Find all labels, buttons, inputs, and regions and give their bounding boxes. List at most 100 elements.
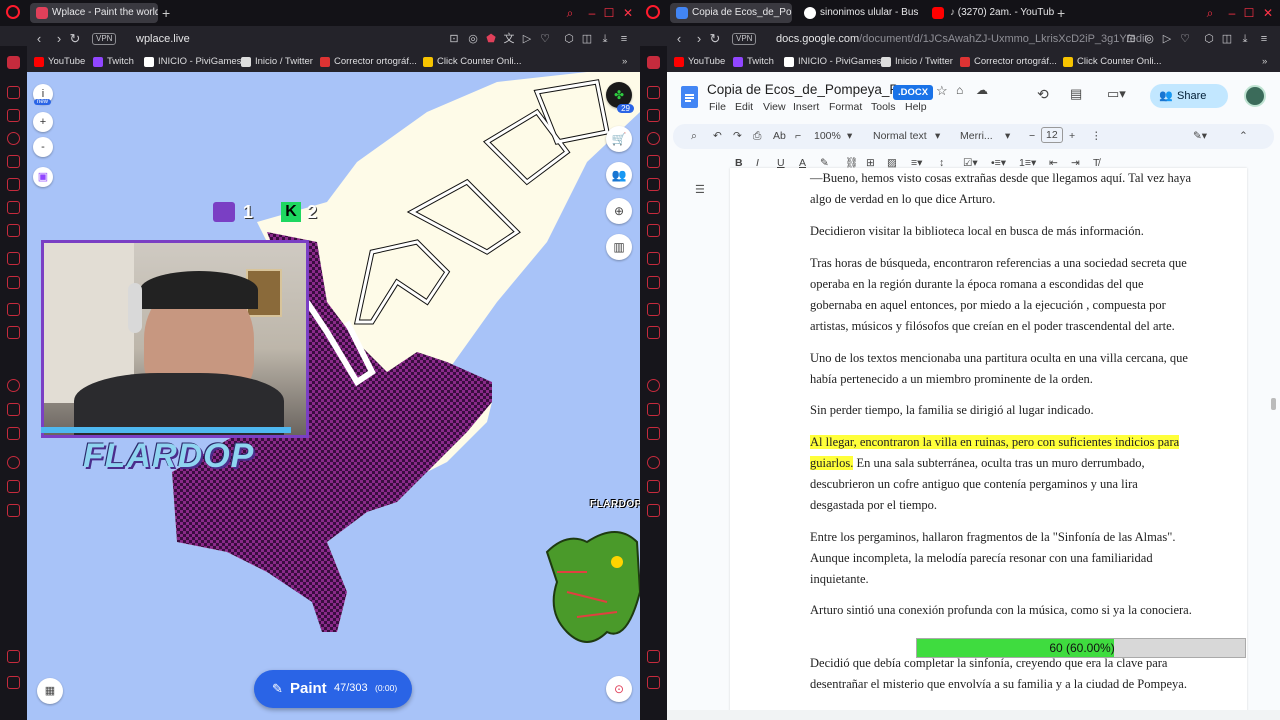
adblock-icon[interactable]: ⬟ [483, 30, 499, 48]
bookmarks-overflow-icon[interactable]: » [1262, 55, 1267, 69]
instagram-icon[interactable] [647, 155, 660, 168]
horizontal-scrollbar[interactable] [667, 710, 1280, 720]
flow-icon[interactable] [647, 252, 660, 265]
minimize-icon[interactable]: – [1223, 4, 1241, 22]
clock-icon[interactable] [647, 456, 660, 469]
menu-file[interactable]: File [709, 101, 726, 113]
url-field[interactable]: wplace.live [136, 31, 190, 47]
editing-mode-icon[interactable]: ✎▾ [1193, 128, 1207, 144]
whatsapp-icon[interactable] [7, 109, 20, 122]
flow-icon[interactable] [7, 252, 20, 265]
font-select[interactable]: Merri... [960, 128, 993, 144]
bookmark-icon[interactable]: ⊡ [446, 30, 462, 48]
twitch-map-icon[interactable]: ▣ [33, 167, 53, 187]
bookmark-twitter[interactable]: Inicio / Twitter [241, 55, 313, 69]
zoom-out-button[interactable]: - [33, 137, 53, 157]
bookmark-corrector[interactable]: Corrector ortográf... [320, 55, 417, 69]
maximize-icon[interactable]: ☐ [1240, 4, 1258, 22]
bookmark-click-counter[interactable]: Click Counter Onli... [423, 55, 521, 69]
comments-icon[interactable]: ▤ [1070, 86, 1082, 102]
opera-menu-icon[interactable] [646, 5, 660, 19]
cloud-status-icon[interactable]: ☁ [976, 83, 988, 97]
messenger-icon[interactable] [647, 86, 660, 99]
settings-icon[interactable] [7, 504, 20, 517]
snapshot-icon[interactable]: ◫ [579, 30, 595, 48]
whatsapp-icon[interactable] [647, 109, 660, 122]
undo-icon[interactable]: ↶ [713, 128, 722, 144]
opera-menu-icon[interactable] [6, 5, 20, 19]
minimize-icon[interactable]: – [583, 4, 601, 22]
forward-icon[interactable]: › [691, 30, 707, 48]
messenger-icon[interactable] [7, 86, 20, 99]
new-tab-icon[interactable]: + [1057, 3, 1065, 23]
download-sidebar-icon[interactable] [647, 480, 660, 493]
document-outline-icon[interactable]: ☰ [695, 183, 705, 196]
leaderboard-chart-icon[interactable]: ▥ [606, 234, 632, 260]
player-icon[interactable] [7, 201, 20, 214]
star-icon[interactable]: ☆ [936, 83, 948, 99]
more-options-icon[interactable]: ⋮ [1091, 128, 1102, 144]
collapse-menu-icon[interactable]: ⌃ [1239, 128, 1248, 144]
search-tabs-icon[interactable]: ⌕ [561, 4, 579, 22]
vertical-scrollbar[interactable] [1271, 398, 1276, 410]
search-menus-icon[interactable]: ⌕ [691, 128, 697, 144]
back-icon[interactable]: ‹ [31, 30, 47, 48]
twitch-sidebar-icon[interactable] [647, 303, 660, 316]
wplace-map[interactable]: i new + - ▣ ✤ 29 🛒 👥 ⊕ ▥ ⊙ ▦ 1 K 2 FLARD… [27, 72, 640, 720]
menu-format[interactable]: Format [829, 101, 862, 113]
x-sidebar-icon[interactable] [647, 326, 660, 339]
ai-icon[interactable] [7, 650, 20, 663]
extensions-icon[interactable]: ⬡ [561, 30, 577, 48]
zoom-select[interactable]: 100% [814, 128, 841, 144]
maximize-icon[interactable]: ☐ [600, 4, 618, 22]
zoom-search-icon[interactable]: ⊕ [606, 198, 632, 224]
bookmarks-overflow-icon[interactable]: » [622, 55, 627, 69]
crypto-icon[interactable] [647, 403, 660, 416]
ai-icon[interactable] [647, 650, 660, 663]
menu-tools[interactable]: Tools [871, 101, 896, 113]
music-icon[interactable] [7, 178, 20, 191]
gaming-icon[interactable] [7, 224, 20, 237]
audio-playing-icon[interactable]: ♪ [950, 7, 958, 18]
paint-button[interactable]: ✎ Paint 47/303 (0:00) [254, 670, 412, 708]
bookmark-youtube[interactable]: YouTube [674, 55, 725, 69]
font-size-increase-icon[interactable]: + [1069, 128, 1075, 144]
snapshot-icon[interactable]: ◫ [1219, 30, 1235, 48]
camera-icon[interactable]: ◎ [1141, 30, 1157, 48]
pinboard-icon[interactable] [7, 427, 20, 440]
discord-icon[interactable] [7, 379, 20, 392]
gx-icon[interactable] [647, 676, 660, 689]
screenshot-button[interactable]: ▦ [37, 678, 63, 704]
player-icon[interactable] [647, 201, 660, 214]
menu-help[interactable]: Help [905, 101, 927, 113]
heart-icon[interactable]: ♡ [1177, 30, 1193, 48]
search-tabs-icon[interactable]: ⌕ [1201, 4, 1219, 22]
history-icon[interactable] [647, 132, 660, 145]
redo-icon[interactable]: ↷ [733, 128, 742, 144]
play-icon[interactable]: ▷ [1159, 30, 1175, 48]
music-icon[interactable] [647, 178, 660, 191]
bookmark-youtube[interactable]: YouTube [34, 55, 85, 69]
forward-icon[interactable]: › [51, 30, 67, 48]
gaming-icon[interactable] [647, 224, 660, 237]
download-icon[interactable]: ⤓ [597, 30, 613, 48]
back-icon[interactable]: ‹ [671, 30, 687, 48]
document-title[interactable]: Copia de Ecos_de_Pompeya_P... [707, 82, 908, 97]
spellcheck-icon[interactable]: Ab [773, 128, 786, 144]
close-window-icon[interactable]: ✕ [619, 4, 637, 22]
bookmark-twitter[interactable]: Inicio / Twitter [881, 55, 953, 69]
instagram-icon[interactable] [7, 155, 20, 168]
store-cart-icon[interactable]: 🛒 [606, 126, 632, 152]
zoom-in-button[interactable]: + [33, 112, 53, 132]
pinboard-icon[interactable] [647, 427, 660, 440]
history-icon[interactable] [7, 132, 20, 145]
tab-youtube[interactable]: ♪ (3270) 2am. - YouTub [926, 3, 1056, 23]
bookmark-twitch[interactable]: Twitch [733, 55, 774, 69]
font-size-input[interactable]: 12 [1041, 127, 1063, 143]
clock-icon[interactable] [7, 456, 20, 469]
camera-icon[interactable]: ◎ [465, 30, 481, 48]
alliance-group-icon[interactable]: 👥 [606, 162, 632, 188]
vpn-badge[interactable]: VPN [92, 33, 117, 45]
menu-view[interactable]: View [763, 101, 786, 113]
reload-icon[interactable]: ↻ [67, 30, 83, 48]
